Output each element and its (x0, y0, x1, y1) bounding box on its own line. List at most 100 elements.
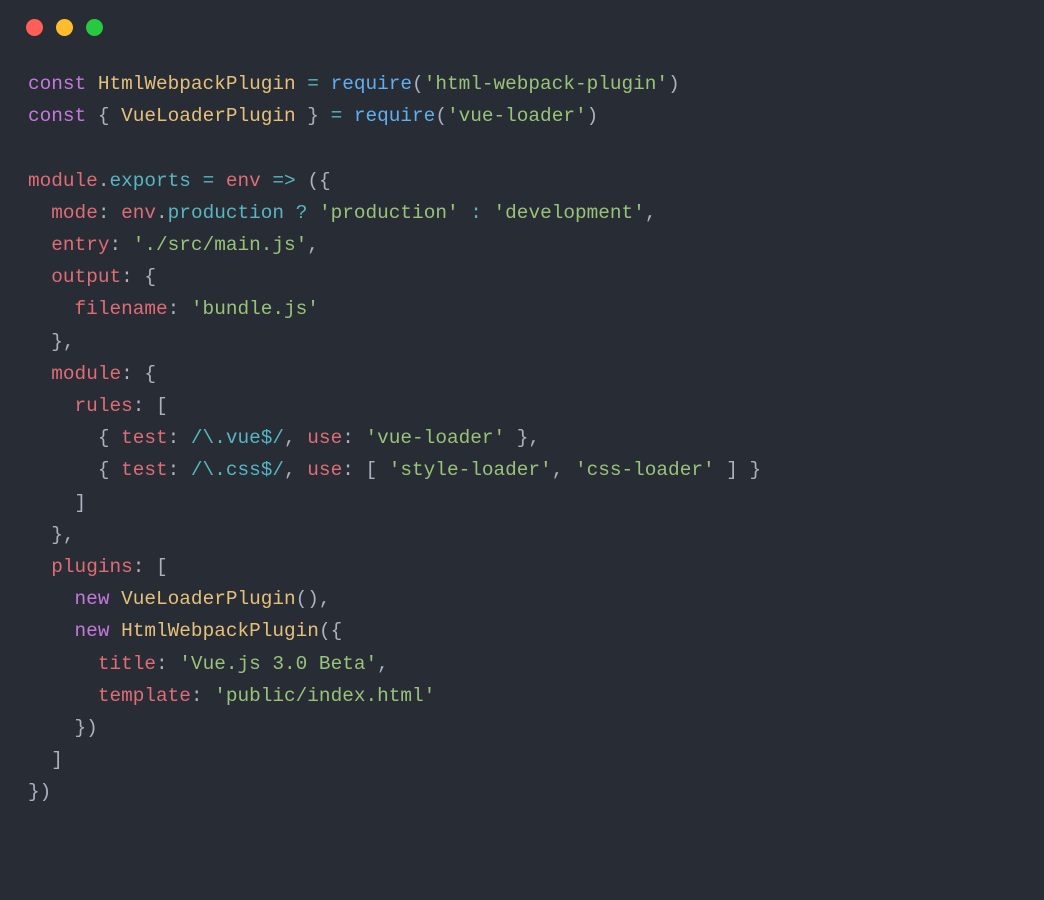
code-token: 'vue-loader' (447, 105, 587, 127)
close-icon[interactable] (26, 19, 43, 36)
code-token (28, 395, 75, 417)
code-token: ? (296, 202, 308, 224)
code-token: => (272, 170, 295, 192)
code-line: entry: './src/main.js', (28, 234, 319, 256)
code-token (284, 202, 296, 224)
code-line: plugins: [ (28, 556, 168, 578)
code-token: require (331, 73, 412, 95)
code-token: 'bundle.js' (191, 298, 319, 320)
code-token: , (284, 459, 307, 481)
code-token: module (51, 363, 121, 385)
code-token (307, 202, 319, 224)
code-token: VueLoaderPlugin (121, 588, 296, 610)
code-token (28, 234, 51, 256)
code-block: const HtmlWebpackPlugin = require('html-… (0, 54, 1044, 809)
code-token: : [ (133, 395, 168, 417)
minimize-icon[interactable] (56, 19, 73, 36)
code-token: const (28, 73, 86, 95)
code-token: = (331, 105, 343, 127)
code-token (342, 105, 354, 127)
code-token: plugins (51, 556, 132, 578)
code-token: 'style-loader' (389, 459, 552, 481)
code-line: template: 'public/index.html' (28, 685, 435, 707)
code-token: HtmlWebpackPlugin (121, 620, 319, 642)
code-token (86, 105, 98, 127)
code-token: module (28, 170, 98, 192)
code-token: }, (28, 331, 75, 353)
code-token: HtmlWebpackPlugin (98, 73, 296, 95)
code-line: module: { (28, 363, 156, 385)
code-token: : (109, 234, 132, 256)
code-token: : { (121, 363, 156, 385)
code-token (261, 170, 273, 192)
code-token: ] (28, 749, 63, 771)
code-token: env (121, 202, 156, 224)
code-token: const (28, 105, 86, 127)
code-token: } (296, 105, 331, 127)
code-token: }) (28, 717, 98, 739)
zoom-icon[interactable] (86, 19, 103, 36)
code-token: entry (51, 234, 109, 256)
code-token: title (98, 653, 156, 675)
code-token: 'Vue.js 3.0 Beta' (179, 653, 377, 675)
code-token: test (121, 459, 168, 481)
code-token: = (307, 73, 319, 95)
terminal-window: const HtmlWebpackPlugin = require('html-… (0, 0, 1044, 900)
code-line: output: { (28, 266, 156, 288)
code-token: }, (28, 524, 75, 546)
code-line: new HtmlWebpackPlugin({ (28, 620, 342, 642)
code-token: }) (28, 781, 51, 803)
code-line: rules: [ (28, 395, 168, 417)
code-token: template (98, 685, 191, 707)
code-line: }, (28, 331, 75, 353)
code-token (482, 202, 494, 224)
code-line: title: 'Vue.js 3.0 Beta', (28, 653, 389, 675)
code-token (28, 202, 51, 224)
code-token: ( (435, 105, 447, 127)
code-token: 'vue-loader' (366, 427, 506, 449)
code-line: filename: 'bundle.js' (28, 298, 319, 320)
code-line: }) (28, 781, 51, 803)
code-token: env (226, 170, 261, 192)
code-token (214, 170, 226, 192)
titlebar (0, 0, 1044, 54)
code-token: require (354, 105, 435, 127)
code-token: mode (51, 202, 98, 224)
code-token: 'public/index.html' (214, 685, 435, 707)
code-token: (), (296, 588, 331, 610)
code-token: = (203, 170, 215, 192)
code-token: ( (412, 73, 424, 95)
code-token: : { (121, 266, 156, 288)
code-token: ) (587, 105, 599, 127)
code-token: : (191, 685, 214, 707)
code-token (191, 170, 203, 192)
code-token: ) (668, 73, 680, 95)
code-line: ] (28, 492, 86, 514)
code-token: ] } (715, 459, 762, 481)
code-token: 'production' (319, 202, 459, 224)
code-token: , (307, 234, 319, 256)
code-token (28, 588, 75, 610)
code-token (28, 298, 75, 320)
code-token: 'css-loader' (575, 459, 715, 481)
code-token: : (168, 427, 191, 449)
code-line: const HtmlWebpackPlugin = require('html-… (28, 73, 680, 95)
code-token: . (156, 202, 168, 224)
code-token: : [ (342, 459, 389, 481)
code-token: }, (505, 427, 540, 449)
code-token: ({ (319, 620, 342, 642)
code-token: { (98, 105, 121, 127)
code-token (28, 363, 51, 385)
code-token: production (168, 202, 284, 224)
code-line: module.exports = env => ({ (28, 170, 331, 192)
code-line: const { VueLoaderPlugin } = require('vue… (28, 105, 598, 127)
code-token: : (168, 298, 191, 320)
code-token: VueLoaderPlugin (121, 105, 296, 127)
code-token: /\.vue$/ (191, 427, 284, 449)
code-token: exports (109, 170, 190, 192)
code-token (86, 73, 98, 95)
code-token: 'html-webpack-plugin' (424, 73, 668, 95)
code-token: , (645, 202, 657, 224)
code-line: mode: env.production ? 'production' : 'd… (28, 202, 656, 224)
code-token: ({ (307, 170, 330, 192)
